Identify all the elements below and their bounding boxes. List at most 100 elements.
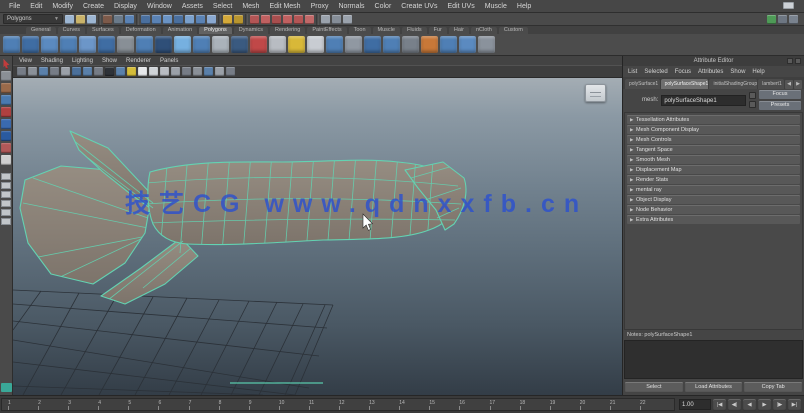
focus-button[interactable]: Focus — [759, 90, 801, 99]
menu-item[interactable]: Color — [370, 3, 397, 10]
shelf-icon[interactable] — [269, 36, 286, 53]
status-icon[interactable] — [321, 15, 330, 24]
viewport-toolbar-icon[interactable] — [94, 67, 103, 76]
shelf-icon[interactable] — [421, 36, 438, 53]
viewport-toolbar-icon[interactable] — [61, 67, 70, 76]
status-icon[interactable] — [196, 15, 205, 24]
shelf-icon[interactable] — [478, 36, 495, 53]
shelf-icon[interactable] — [174, 36, 191, 53]
current-frame-field[interactable]: 1.00 — [679, 399, 711, 410]
shelf-icon[interactable] — [326, 36, 343, 53]
viewport-menu-item[interactable]: View — [19, 58, 32, 64]
viewport-toolbar-icon[interactable] — [127, 67, 136, 76]
viewport-toolbar-icon[interactable] — [105, 67, 114, 76]
shelf-tab[interactable]: Rendering — [270, 27, 305, 34]
status-icon[interactable] — [152, 15, 161, 24]
status-icon[interactable] — [207, 15, 216, 24]
menu-item[interactable]: Normals — [333, 3, 369, 10]
playback-button[interactable]: ◀ — [743, 399, 756, 411]
shelf-tab[interactable]: Animation — [163, 27, 197, 34]
attribute-editor-menu-item[interactable]: Show — [730, 69, 745, 75]
viewport-toolbar-icon[interactable] — [226, 67, 235, 76]
status-icon[interactable] — [272, 15, 281, 24]
status-icon[interactable] — [218, 14, 221, 25]
shelf-icon[interactable] — [212, 36, 229, 53]
layout-button[interactable] — [1, 173, 11, 180]
status-icon[interactable] — [223, 15, 232, 24]
shelf-tab[interactable]: Polygons — [199, 27, 232, 34]
panel-dock-icon[interactable] — [787, 58, 793, 64]
status-icon[interactable] — [136, 14, 139, 25]
layout-button[interactable] — [1, 218, 11, 225]
shelf-icon[interactable] — [440, 36, 457, 53]
menu-item[interactable]: Help — [512, 3, 536, 10]
status-icon[interactable] — [185, 15, 194, 24]
shelf-icon[interactable] — [402, 36, 419, 53]
attribute-editor-menu-item[interactable]: Selected — [644, 69, 667, 75]
panel-close-icon[interactable] — [795, 58, 801, 64]
attribute-editor-menu-item[interactable]: Attributes — [698, 69, 723, 75]
shelf-icon[interactable] — [193, 36, 210, 53]
notes-input[interactable] — [624, 340, 803, 379]
status-icon[interactable] — [141, 15, 150, 24]
viewport-toolbar-icon[interactable] — [171, 67, 180, 76]
shelf-tab[interactable]: PaintEffects — [307, 27, 346, 34]
attribute-section-header[interactable]: ▶ Tangent Space — [627, 145, 800, 154]
shelf-icon[interactable] — [79, 36, 96, 53]
layout-button[interactable] — [1, 200, 11, 207]
shelf-tab[interactable]: Fur — [429, 27, 447, 34]
sidebar-toggle-icon[interactable] — [767, 15, 776, 24]
menu-item[interactable]: Muscle — [480, 3, 512, 10]
status-icon[interactable] — [343, 15, 352, 24]
shelf-icon[interactable] — [155, 36, 172, 53]
shelf-tab[interactable]: Custom — [499, 27, 528, 34]
viewport-toolbar-icon[interactable] — [39, 67, 48, 76]
status-icon[interactable] — [332, 15, 341, 24]
playback-button[interactable]: ◀| — [728, 399, 741, 411]
viewport-toolbar-icon[interactable] — [72, 67, 81, 76]
viewport-toolbar-icon[interactable] — [149, 67, 158, 76]
viewport-menu-item[interactable]: Renderer — [126, 58, 151, 64]
shelf-icon[interactable] — [60, 36, 77, 53]
status-icon[interactable] — [163, 15, 172, 24]
tool-icon[interactable] — [1, 155, 11, 165]
attribute-editor-menu-item[interactable]: List — [628, 69, 637, 75]
status-icon[interactable] — [65, 15, 74, 24]
viewport-overlay-badge[interactable] — [585, 84, 606, 102]
shelf-tab[interactable]: General — [26, 27, 56, 34]
menu-item[interactable]: Assets — [177, 3, 208, 10]
status-icon[interactable] — [125, 15, 134, 24]
hide-toggle-icon[interactable] — [749, 101, 756, 108]
viewport-canvas[interactable]: 技艺CG www.qdnxxfb.cn — [13, 78, 622, 395]
playback-button[interactable]: ▶ — [758, 399, 771, 411]
status-icon[interactable] — [305, 15, 314, 24]
attribute-section-header[interactable]: ▶ Node Behavior — [627, 205, 800, 214]
node-tab[interactable]: polySurface1 — [625, 79, 660, 89]
attribute-section-header[interactable]: ▶ Extra Attributes — [627, 215, 800, 224]
tool-icon[interactable] — [1, 59, 11, 69]
layout-button[interactable] — [1, 191, 11, 198]
tab-scroll-left-icon[interactable]: ◀ — [785, 80, 793, 89]
ae-action-button[interactable]: Select — [625, 382, 683, 393]
viewport-toolbar-icon[interactable] — [193, 67, 202, 76]
attribute-section-header[interactable]: ▶ Render Stats — [627, 175, 800, 184]
menu-item[interactable]: Display — [109, 3, 142, 10]
attribute-editor-menu-item[interactable]: Help — [752, 69, 764, 75]
shelf-icon[interactable] — [98, 36, 115, 53]
shelf-icon[interactable] — [3, 36, 20, 53]
status-icon[interactable] — [87, 15, 96, 24]
playback-button[interactable]: |▶ — [773, 399, 786, 411]
playback-button[interactable]: ▶| — [788, 399, 801, 411]
menu-item[interactable]: Window — [142, 3, 177, 10]
status-icon[interactable] — [294, 15, 303, 24]
menu-item[interactable]: Edit Mesh — [264, 3, 305, 10]
shelf-icon[interactable] — [383, 36, 400, 53]
menu-item[interactable]: Create — [78, 3, 109, 10]
status-icon[interactable] — [114, 15, 123, 24]
shelf-icon[interactable] — [288, 36, 305, 53]
tool-icon[interactable] — [1, 131, 11, 141]
status-icon[interactable] — [245, 14, 248, 25]
menu-item[interactable]: Mesh — [237, 3, 264, 10]
status-icon[interactable] — [250, 15, 259, 24]
playback-button[interactable]: |◀ — [713, 399, 726, 411]
